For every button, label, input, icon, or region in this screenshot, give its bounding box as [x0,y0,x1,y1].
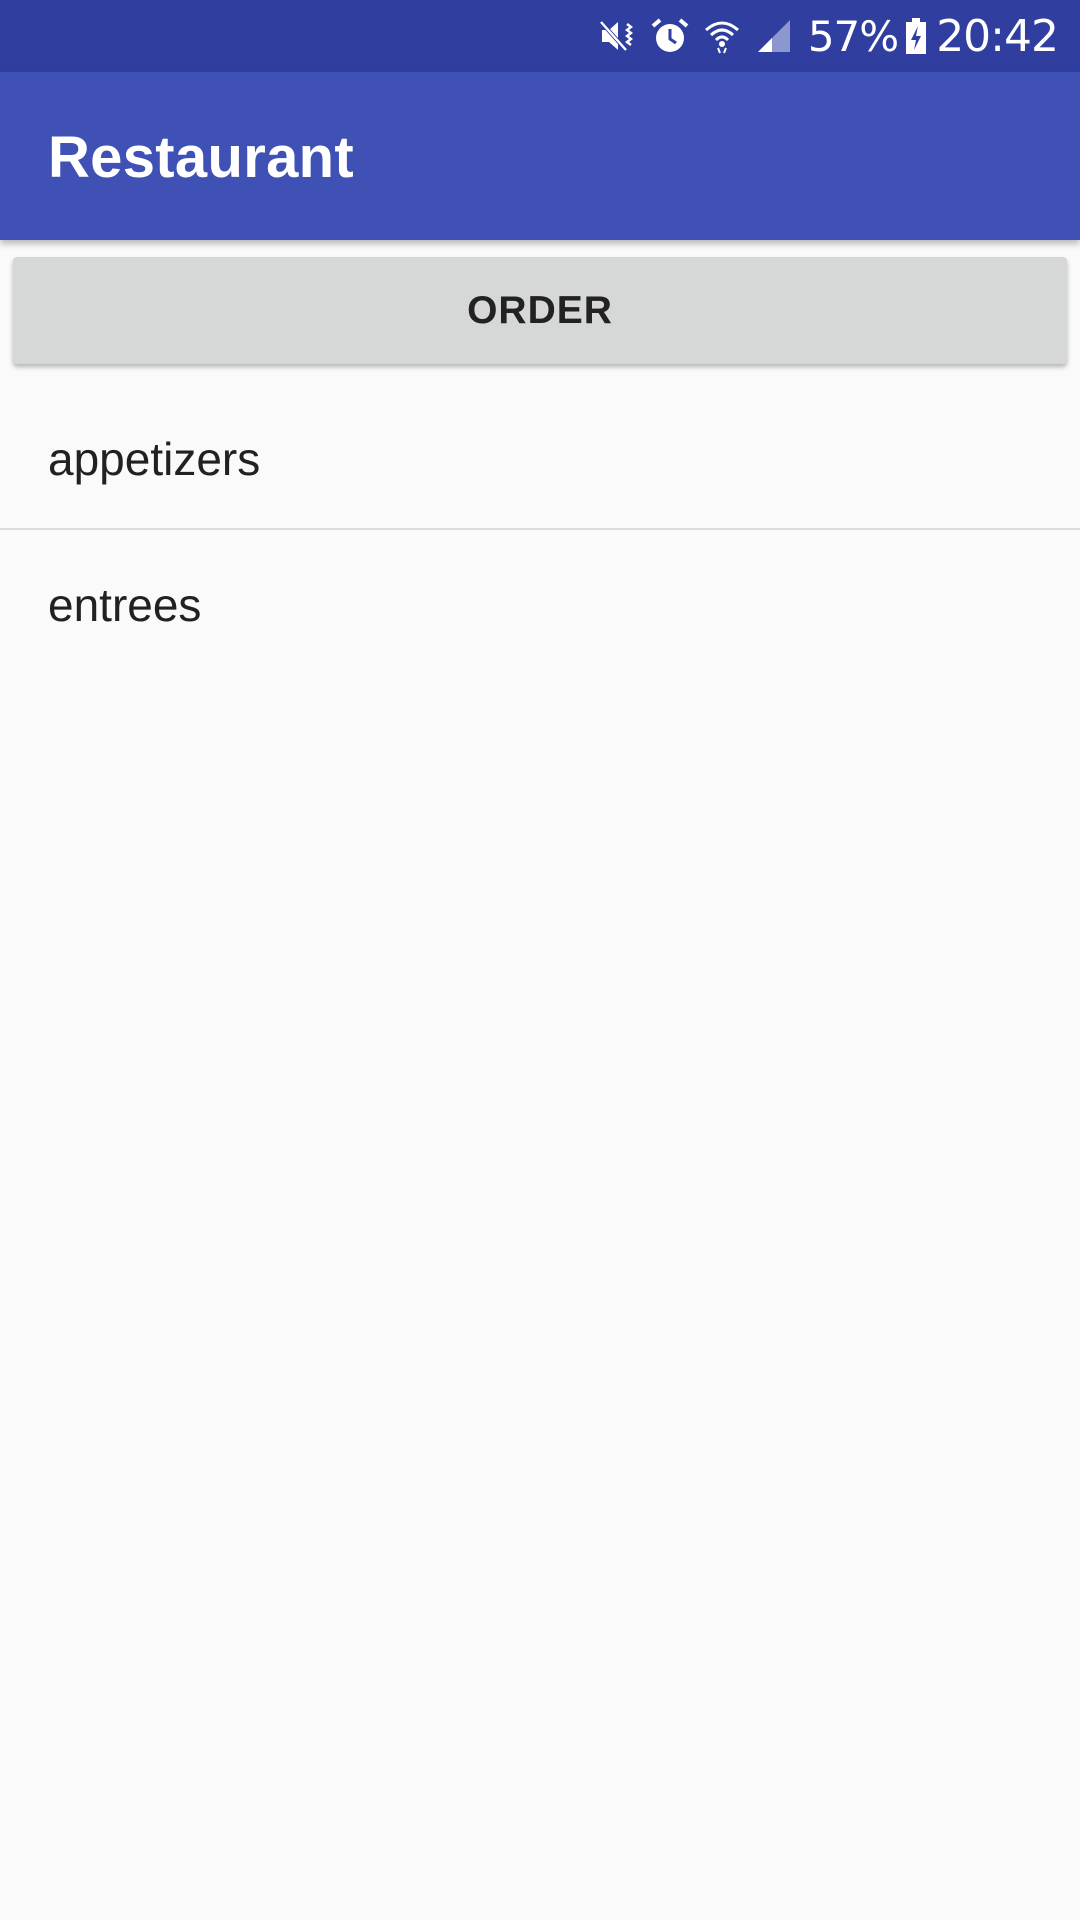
list-item-label: entrees [48,579,202,631]
menu-list: appetizers entrees [0,384,1080,674]
wifi-icon [702,16,742,56]
status-bar: 57% 20:42 [0,0,1080,72]
battery-percent: 57% [807,11,899,61]
battery-charging-icon [904,16,928,56]
alarm-icon [650,16,690,56]
status-icons: 57% 20:42 [586,0,1059,72]
order-button[interactable]: ORDER [13,257,1067,364]
app-title: Restaurant [48,125,354,190]
clock: 20:42 [936,10,1059,62]
app-bar: Restaurant [0,72,1080,240]
list-item-entrees[interactable]: entrees [0,530,1080,674]
mute-vibrate-icon [598,16,638,56]
list-item-label: appetizers [48,433,261,485]
list-item-appetizers[interactable]: appetizers [0,384,1080,528]
signal-icon [754,16,794,56]
